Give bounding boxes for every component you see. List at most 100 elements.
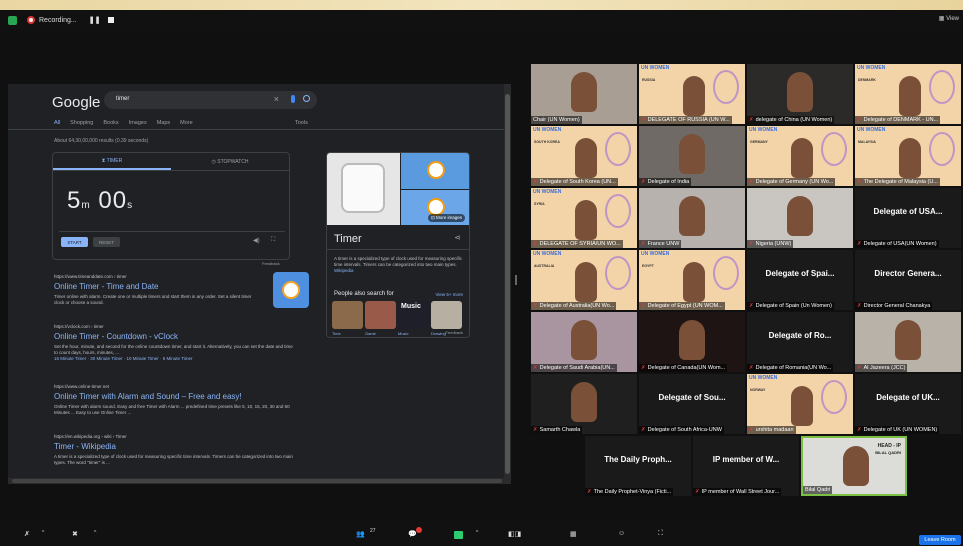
- search-icon[interactable]: [303, 95, 310, 102]
- participant-name: Director General Chanakya: [863, 303, 931, 309]
- clear-icon[interactable]: ×: [274, 94, 279, 104]
- result-title[interactable]: Online Timer - Countdown - vClock: [54, 332, 294, 341]
- participant-tile[interactable]: UN WOMEN RUSSIA ✗ DELEGATE OF RUSSIA (UN W.…: [639, 64, 745, 124]
- result-url[interactable]: https://www.online-timer.net: [54, 384, 294, 389]
- participant-tile[interactable]: ✗ Delegate of Canada(UN Wom...: [639, 312, 745, 372]
- chevron-up-icon[interactable]: ^: [42, 530, 44, 536]
- mic-muted-icon[interactable]: ✗: [24, 530, 30, 538]
- participant-tile[interactable]: The Daily Proph... ✗ The Daily Prophet-Vin…: [585, 436, 691, 496]
- tab-more[interactable]: More: [180, 120, 193, 126]
- participant-tile[interactable]: Director Genera... ✗ Director General Chan…: [855, 250, 961, 310]
- related-item[interactable]: Music Music: [398, 301, 429, 336]
- participant-tile[interactable]: ✗ Samarth Chawla: [531, 374, 637, 434]
- start-button[interactable]: START: [61, 237, 88, 247]
- participant-tile[interactable]: Chair (UN Women): [531, 64, 637, 124]
- participant-tile[interactable]: UN WOMEN AUSTRALIA ✗ Delegate of Australia(…: [531, 250, 637, 310]
- tab-maps[interactable]: Maps: [157, 120, 170, 126]
- participant-tile[interactable]: UN WOMEN SYRIA ✗ DELEGATE OF SYRIA/UN WO...: [531, 188, 637, 248]
- participant-tile[interactable]: ✗ Delegate of India: [639, 126, 745, 186]
- reactions-icon[interactable]: ☺: [618, 530, 625, 537]
- participant-video: [679, 196, 705, 236]
- result-title[interactable]: Online Timer - Time and Date: [54, 282, 294, 291]
- participant-tile[interactable]: Delegate of Spai... ✗ Delegate of Spain (U…: [747, 250, 853, 310]
- fullscreen-icon[interactable]: ⛶: [658, 530, 663, 538]
- participant-name: delegate of China (UN Women): [755, 117, 833, 123]
- feedback-link[interactable]: Feedback: [262, 261, 280, 266]
- participant-tile[interactable]: ✗ delegate of China (UN Women): [747, 64, 853, 124]
- participant-tile[interactable]: UN WOMEN DENMARK ✗ Delegate of DENMARK - UN…: [855, 64, 961, 124]
- mic-icon[interactable]: [291, 95, 295, 103]
- vertical-scrollbar[interactable]: [504, 84, 511, 484]
- reset-button[interactable]: RESET: [93, 237, 120, 247]
- tab-stopwatch[interactable]: ◷ STOPWATCH: [171, 153, 289, 170]
- apps-icon[interactable]: ▦: [570, 530, 577, 538]
- result-url[interactable]: https://www.timeanddate.com › timer: [54, 274, 294, 279]
- result-title[interactable]: Timer - Wikipedia: [54, 442, 294, 451]
- participant-tile[interactable]: Delegate of Sou... ✗ Delegate of South Afr…: [639, 374, 745, 434]
- volume-icon[interactable]: ◀): [253, 237, 260, 244]
- participant-tile[interactable]: UN WOMEN SOUTH KOREA ✗ Delegate of South Ko…: [531, 126, 637, 186]
- timer-image[interactable]: [401, 153, 469, 189]
- share-icon[interactable]: ⋖: [454, 233, 461, 242]
- participant-name-label: ✗ Delegate of South Africa-UNW: [639, 426, 724, 434]
- participant-name: Delegate of Spain (Un Women): [755, 303, 832, 309]
- tools-button[interactable]: Tools: [295, 120, 308, 126]
- feedback-link[interactable]: Feedback: [445, 330, 463, 335]
- leave-room-button[interactable]: Leave Room: [919, 535, 961, 545]
- search-input[interactable]: timer ×: [104, 91, 317, 109]
- result-title[interactable]: Online Timer with Alarm and Sound – Free…: [54, 392, 294, 401]
- timer-image[interactable]: [327, 153, 400, 225]
- more-images-button[interactable]: ⊡ More images: [427, 214, 465, 222]
- wikipedia-link[interactable]: Wikipedia: [334, 268, 354, 273]
- participant-tile[interactable]: UN WOMEN GERMANY ✗ Delegate of Germany (UN …: [747, 126, 853, 186]
- share-screen-icon[interactable]: [454, 531, 463, 539]
- participants-icon[interactable]: 👥: [356, 530, 365, 538]
- stop-icon[interactable]: [108, 17, 115, 23]
- related-item[interactable]: Time: [332, 301, 363, 336]
- participant-tile[interactable]: UN WOMEN EGYPT ✗ Delegate of Egypt (UN WOM.…: [639, 250, 745, 310]
- participant-tile[interactable]: IP member of W... ✗ IP member of Wall Stre…: [693, 436, 799, 496]
- participant-tile[interactable]: ✗ Delegate of Saudi Arabia(UN...: [531, 312, 637, 372]
- result-url[interactable]: https://vclock.com › timer: [54, 324, 294, 329]
- view-more-link[interactable]: View 5+ more: [435, 292, 463, 297]
- google-logo[interactable]: Google: [52, 94, 100, 111]
- result-sitelinks[interactable]: 15 Minute Timer · 30 Minute Timer · 10 M…: [54, 356, 294, 362]
- scrollbar-thumb[interactable]: [505, 94, 510, 474]
- layout-icon[interactable]: ◧◨: [508, 530, 521, 538]
- participant-tile[interactable]: ✗ Al Jazeera (JCC): [855, 312, 961, 372]
- participant-tile[interactable]: Delegate of UK... ✗ Delegate of UK (UN WOM…: [855, 374, 961, 434]
- divider: [327, 249, 469, 250]
- participant-tile[interactable]: UN WOMEN MALAYSIA ✗ The Delegate of Malaysi…: [855, 126, 961, 186]
- clock-icon: [282, 281, 300, 299]
- participant-tile[interactable]: HEAD - IP BILAL QADRI Bilal Qadri: [801, 436, 907, 496]
- tab-images[interactable]: Images: [129, 120, 147, 126]
- split-handle[interactable]: [515, 275, 517, 285]
- pause-icon[interactable]: ❚❚: [89, 16, 101, 24]
- participant-display-name: Director Genera...: [874, 269, 942, 278]
- related-item[interactable]: Game: [365, 301, 396, 336]
- participant-video: [683, 262, 705, 302]
- participant-tile[interactable]: Delegate of USA... ✗ Delegate of USA(UN Wo…: [855, 188, 961, 248]
- tab-timer[interactable]: ⧗ TIMER: [53, 153, 171, 170]
- participant-tile[interactable]: ✗ Nigeria (UNW): [747, 188, 853, 248]
- view-button[interactable]: ▦ View: [939, 15, 959, 22]
- country-label: RUSSIA: [642, 78, 656, 82]
- timer-display[interactable]: 5m 00s: [67, 187, 133, 215]
- chevron-up-icon[interactable]: ^: [476, 530, 478, 536]
- scrollbar-thumb[interactable]: [12, 479, 502, 483]
- camera-off-icon[interactable]: ✖: [72, 530, 78, 538]
- mic-muted-icon: ✗: [641, 427, 646, 433]
- mic-muted-icon: ✗: [533, 241, 538, 247]
- chevron-up-icon[interactable]: ^: [94, 530, 96, 536]
- participant-tile[interactable]: Delegate of Ro... ✗ Delegate of Romania(UN…: [747, 312, 853, 372]
- participant-tile[interactable]: ✗ France UNW: [639, 188, 745, 248]
- participant-name-label: ✗ Nigeria (UNW): [747, 240, 794, 248]
- fullscreen-icon[interactable]: ⛶: [271, 237, 275, 244]
- tab-shopping[interactable]: Shopping: [70, 120, 93, 126]
- result-thumbnail[interactable]: [273, 272, 309, 308]
- participant-tile[interactable]: UN WOMEN NORWAY ✗ urshita madaan: [747, 374, 853, 434]
- tab-all[interactable]: All: [54, 120, 60, 126]
- result-url[interactable]: https://en.wikipedia.org › wiki › Timer: [54, 434, 294, 439]
- tab-books[interactable]: Books: [103, 120, 118, 126]
- horizontal-scrollbar[interactable]: [8, 478, 504, 484]
